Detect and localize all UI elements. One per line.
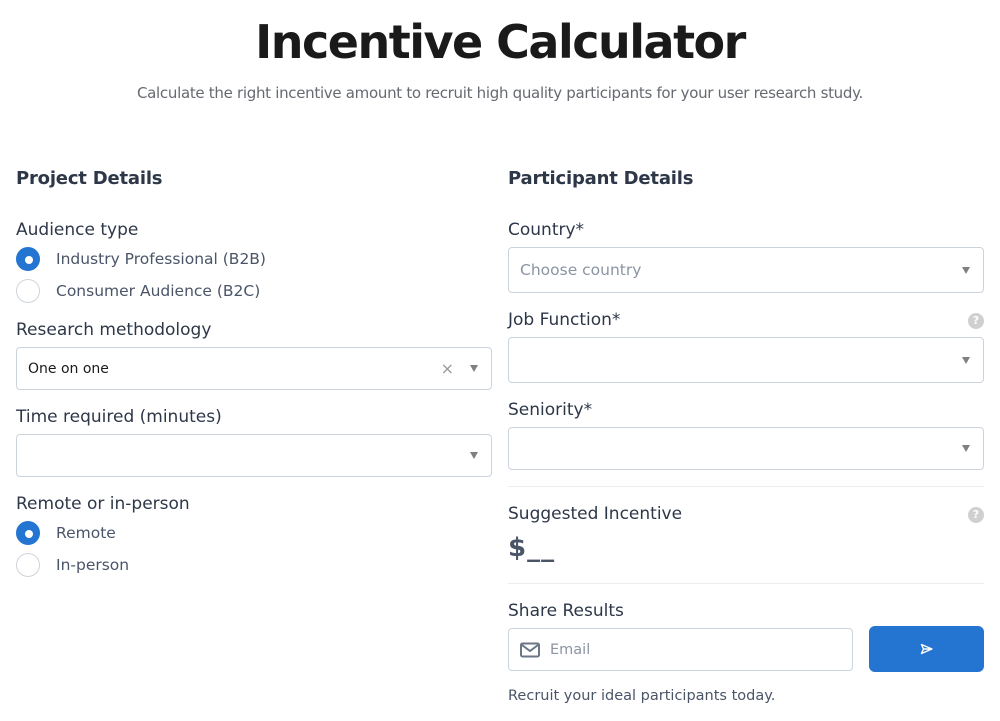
radio-b2b-label: Industry Professional (B2B) <box>56 250 266 268</box>
seniority-select[interactable] <box>508 427 984 470</box>
help-icon[interactable]: ? <box>968 313 984 329</box>
time-required-label: Time required (minutes) <box>16 407 222 427</box>
radio-b2c[interactable]: Consumer Audience (B2C) <box>16 279 260 303</box>
recruit-text: Recruit your ideal participants today. <box>508 688 776 704</box>
chevron-down-icon[interactable] <box>470 452 478 459</box>
radio-remote[interactable]: Remote <box>16 521 116 545</box>
radio-unchecked-icon[interactable] <box>16 553 40 577</box>
time-required-select[interactable] <box>16 434 492 477</box>
radio-remote-label: Remote <box>56 524 116 542</box>
research-methodology-label: Research methodology <box>16 320 212 340</box>
divider <box>508 583 984 584</box>
radio-unchecked-icon[interactable] <box>16 279 40 303</box>
radio-checked-icon[interactable] <box>16 521 40 545</box>
divider <box>508 486 984 487</box>
suggested-incentive-value: $__ <box>508 533 556 563</box>
suggested-incentive-label: Suggested Incentive <box>508 504 683 524</box>
chevron-down-icon[interactable] <box>962 266 970 274</box>
send-icon <box>920 643 933 655</box>
research-methodology-value: One on one <box>28 360 109 377</box>
audience-type-label: Audience type <box>16 220 139 240</box>
country-select[interactable]: Choose country <box>508 247 984 293</box>
help-icon[interactable]: ? <box>968 507 984 523</box>
radio-checked-icon[interactable] <box>16 247 40 271</box>
job-function-label: Job Function* <box>508 310 621 330</box>
page-title: Incentive Calculator <box>255 15 746 69</box>
clear-icon[interactable]: × <box>441 360 454 377</box>
radio-in-person-label: In-person <box>56 556 130 574</box>
research-methodology-select[interactable]: One on one × <box>16 347 492 390</box>
job-function-select[interactable] <box>508 337 984 383</box>
email-input[interactable] <box>550 641 852 658</box>
project-details-heading: Project Details <box>16 168 163 189</box>
chevron-down-icon[interactable] <box>962 445 970 452</box>
chevron-down-icon[interactable] <box>470 365 478 372</box>
page-subtitle: Calculate the right incentive amount to … <box>136 84 864 102</box>
radio-b2b[interactable]: Industry Professional (B2B) <box>16 247 266 271</box>
country-label: Country* <box>508 220 585 240</box>
mail-icon <box>520 642 540 657</box>
send-button[interactable] <box>869 626 984 672</box>
participant-details-heading: Participant Details <box>508 168 694 189</box>
radio-in-person[interactable]: In-person <box>16 553 129 577</box>
radio-b2c-label: Consumer Audience (B2C) <box>56 282 261 300</box>
share-results-label: Share Results <box>508 601 624 621</box>
remote-or-in-person-label: Remote or in-person <box>16 494 190 514</box>
chevron-down-icon[interactable] <box>962 356 970 364</box>
email-field-wrapper[interactable] <box>508 628 853 671</box>
seniority-label: Seniority* <box>508 400 593 420</box>
country-placeholder: Choose country <box>520 261 642 279</box>
